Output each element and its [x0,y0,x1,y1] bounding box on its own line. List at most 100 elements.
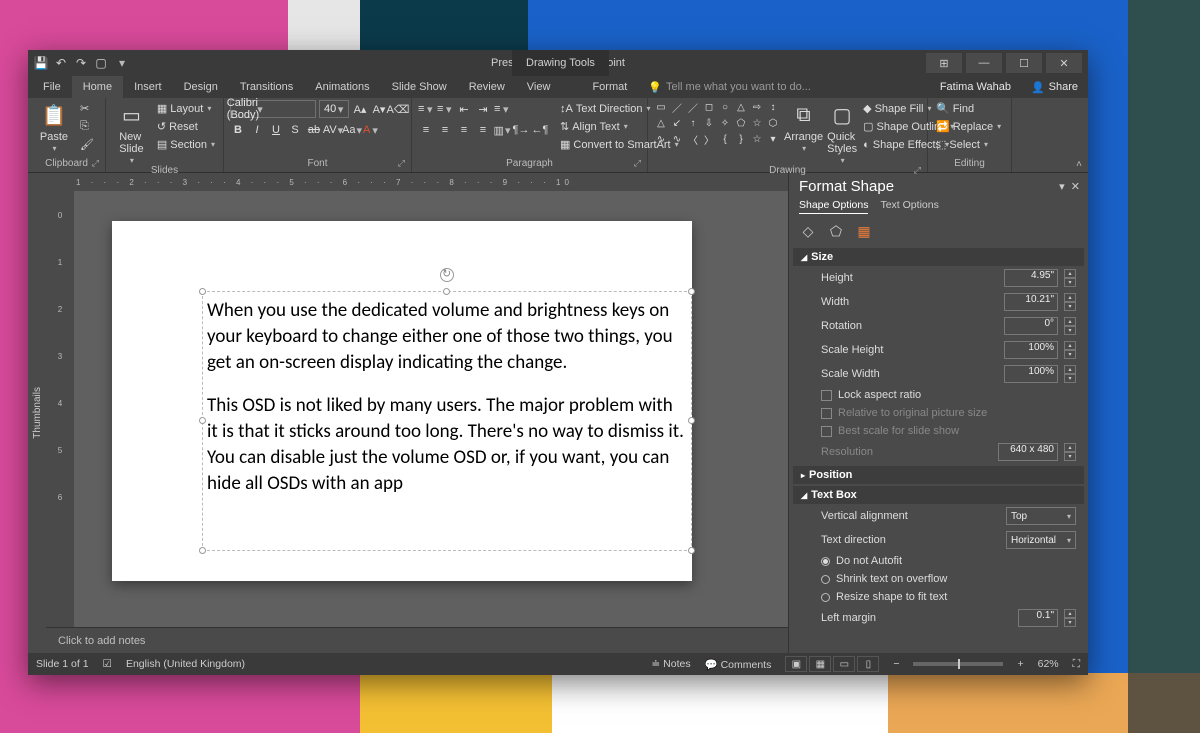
left-margin-input[interactable]: 0.1" [1018,609,1058,627]
fit-window-icon[interactable]: ⛶ [1073,658,1080,671]
italic-button[interactable]: I [249,122,265,138]
pane-menu-icon[interactable]: ▾ [1059,181,1065,193]
autofit-resize-radio[interactable] [821,593,830,602]
collapse-ribbon-icon[interactable]: ˄ [1076,159,1082,170]
sorter-view-icon[interactable]: ▦ [809,656,831,672]
width-input[interactable]: 10.21" [1004,293,1058,311]
tab-format[interactable]: Format [581,76,638,98]
tab-insert[interactable]: Insert [123,76,173,98]
bold-button[interactable]: B [230,122,246,138]
height-input[interactable]: 4.95" [1004,269,1058,287]
arrange-button[interactable]: ⧉ Arrange▾ [784,100,823,153]
ltr-button[interactable]: ¶→ [513,122,529,138]
close-icon[interactable]: ✕ [1046,53,1082,73]
scale-height-input[interactable]: 100% [1004,341,1058,359]
align-center-button[interactable]: ≡ [437,122,453,138]
tab-design[interactable]: Design [173,76,229,98]
quick-styles-button[interactable]: ▢ Quick Styles▾ [827,100,857,165]
slide-count[interactable]: Slide 1 of 1 [36,658,89,670]
notes-pane[interactable]: Click to add notes [46,627,788,653]
size-properties-icon[interactable]: ▦ [855,222,873,240]
font-launcher-icon[interactable]: ⤢ [398,158,405,169]
minimize-icon[interactable]: — [966,53,1002,73]
redo-icon[interactable]: ↷ [74,56,88,70]
zoom-out-icon[interactable]: − [893,658,899,670]
fill-line-icon[interactable]: ◇ [799,222,817,240]
resize-handle[interactable] [199,288,206,295]
slide-canvas[interactable]: When you use the dedicated volume and br… [74,191,788,627]
columns-button[interactable]: ▥▾ [494,122,510,138]
size-section[interactable]: ◢Size [793,248,1084,266]
clear-format-icon[interactable]: A⌫ [390,101,406,117]
case-button[interactable]: Aa▾ [344,122,360,138]
valign-combo[interactable]: Top▾ [1006,507,1076,525]
effects-icon[interactable]: ⬠ [827,222,845,240]
rotate-handle-icon[interactable] [440,268,454,282]
spacing-button[interactable]: AV▾ [325,122,341,138]
autofit-none-radio[interactable] [821,557,830,566]
zoom-value[interactable]: 62% [1038,658,1059,670]
rtl-button[interactable]: ←¶ [532,122,548,138]
notes-toggle[interactable]: ≐ Notes [651,658,690,670]
tell-me-search[interactable]: 💡 Tell me what you want to do... [638,76,930,98]
find-button[interactable]: 🔍Find [934,100,1003,117]
strike-button[interactable]: ab [306,122,322,138]
comments-toggle[interactable]: 💬 Comments [705,658,772,671]
select-button[interactable]: ⬚Select▾ [934,136,1003,153]
justify-button[interactable]: ≡ [475,122,491,138]
lock-aspect-checkbox[interactable] [821,390,832,401]
tab-animations[interactable]: Animations [304,76,380,98]
underline-button[interactable]: U [268,122,284,138]
undo-icon[interactable]: ↶ [54,56,68,70]
layout-button[interactable]: ▦Layout▾ [155,100,217,117]
scale-width-input[interactable]: 100% [1004,365,1058,383]
reset-button[interactable]: ↺Reset [155,118,217,135]
slideshow-view-icon[interactable]: ▯ [857,656,879,672]
save-icon[interactable]: 💾 [34,56,48,70]
thumbnails-rail[interactable]: Thumbnails [28,173,46,653]
slide[interactable]: When you use the dedicated volume and br… [112,221,692,581]
start-show-icon[interactable]: ▢ [94,56,108,70]
text-options-tab[interactable]: Text Options [880,199,938,214]
line-spacing-button[interactable]: ≡▾ [494,101,510,117]
cut-button[interactable]: ✂ [78,100,96,117]
autofit-shrink-radio[interactable] [821,575,830,584]
align-right-button[interactable]: ≡ [456,122,472,138]
tab-view[interactable]: View [516,76,562,98]
paste-button[interactable]: 📋 Paste▾ [34,100,74,153]
section-button[interactable]: ▤Section▾ [155,136,217,153]
zoom-in-icon[interactable]: + [1017,658,1023,670]
replace-button[interactable]: 🔁Replace▾ [934,118,1003,135]
position-section[interactable]: ▸Position [793,466,1084,484]
ribbon-display-icon[interactable]: ⊞ [926,53,962,73]
resize-handle[interactable] [443,288,450,295]
paragraph-launcher-icon[interactable]: ⤢ [634,158,641,169]
bullets-button[interactable]: ≡▾ [418,101,434,117]
tab-home[interactable]: Home [72,76,123,98]
zoom-slider[interactable] [913,662,1003,666]
numbering-button[interactable]: ≡▾ [437,101,453,117]
spin-up[interactable]: ▴ [1064,269,1076,278]
share-button[interactable]: 👤 Share [1021,76,1088,98]
text-box[interactable]: When you use the dedicated volume and br… [202,291,692,551]
resize-handle[interactable] [688,288,695,295]
shape-options-tab[interactable]: Shape Options [799,199,868,214]
shapes-gallery[interactable]: ▭／／◻○△⇨↕ △↙↑⇩✧⬠☆⬡ ∿∿〈〉{}☆▾ [654,100,780,146]
textbox-section[interactable]: ◢Text Box [793,486,1084,504]
text-direction-combo[interactable]: Horizontal▾ [1006,531,1076,549]
resize-handle[interactable] [688,547,695,554]
language-status[interactable]: English (United Kingdom) [126,658,245,670]
resize-handle[interactable] [199,417,206,424]
font-name-combo[interactable]: Calibri (Body)▾ [230,100,316,118]
grow-font-icon[interactable]: A▴ [352,101,368,117]
spellcheck-icon[interactable]: ☑ [103,658,112,670]
resize-handle[interactable] [688,417,695,424]
indent-button[interactable]: ⇥ [475,101,491,117]
align-left-button[interactable]: ≡ [418,122,434,138]
tab-review[interactable]: Review [458,76,516,98]
drawing-launcher-icon[interactable]: ⤢ [914,165,921,176]
clipboard-launcher-icon[interactable]: ⤢ [92,158,99,169]
font-size-combo[interactable]: 40▾ [319,100,349,118]
font-color-button[interactable]: A▾ [363,122,379,138]
resize-handle[interactable] [199,547,206,554]
